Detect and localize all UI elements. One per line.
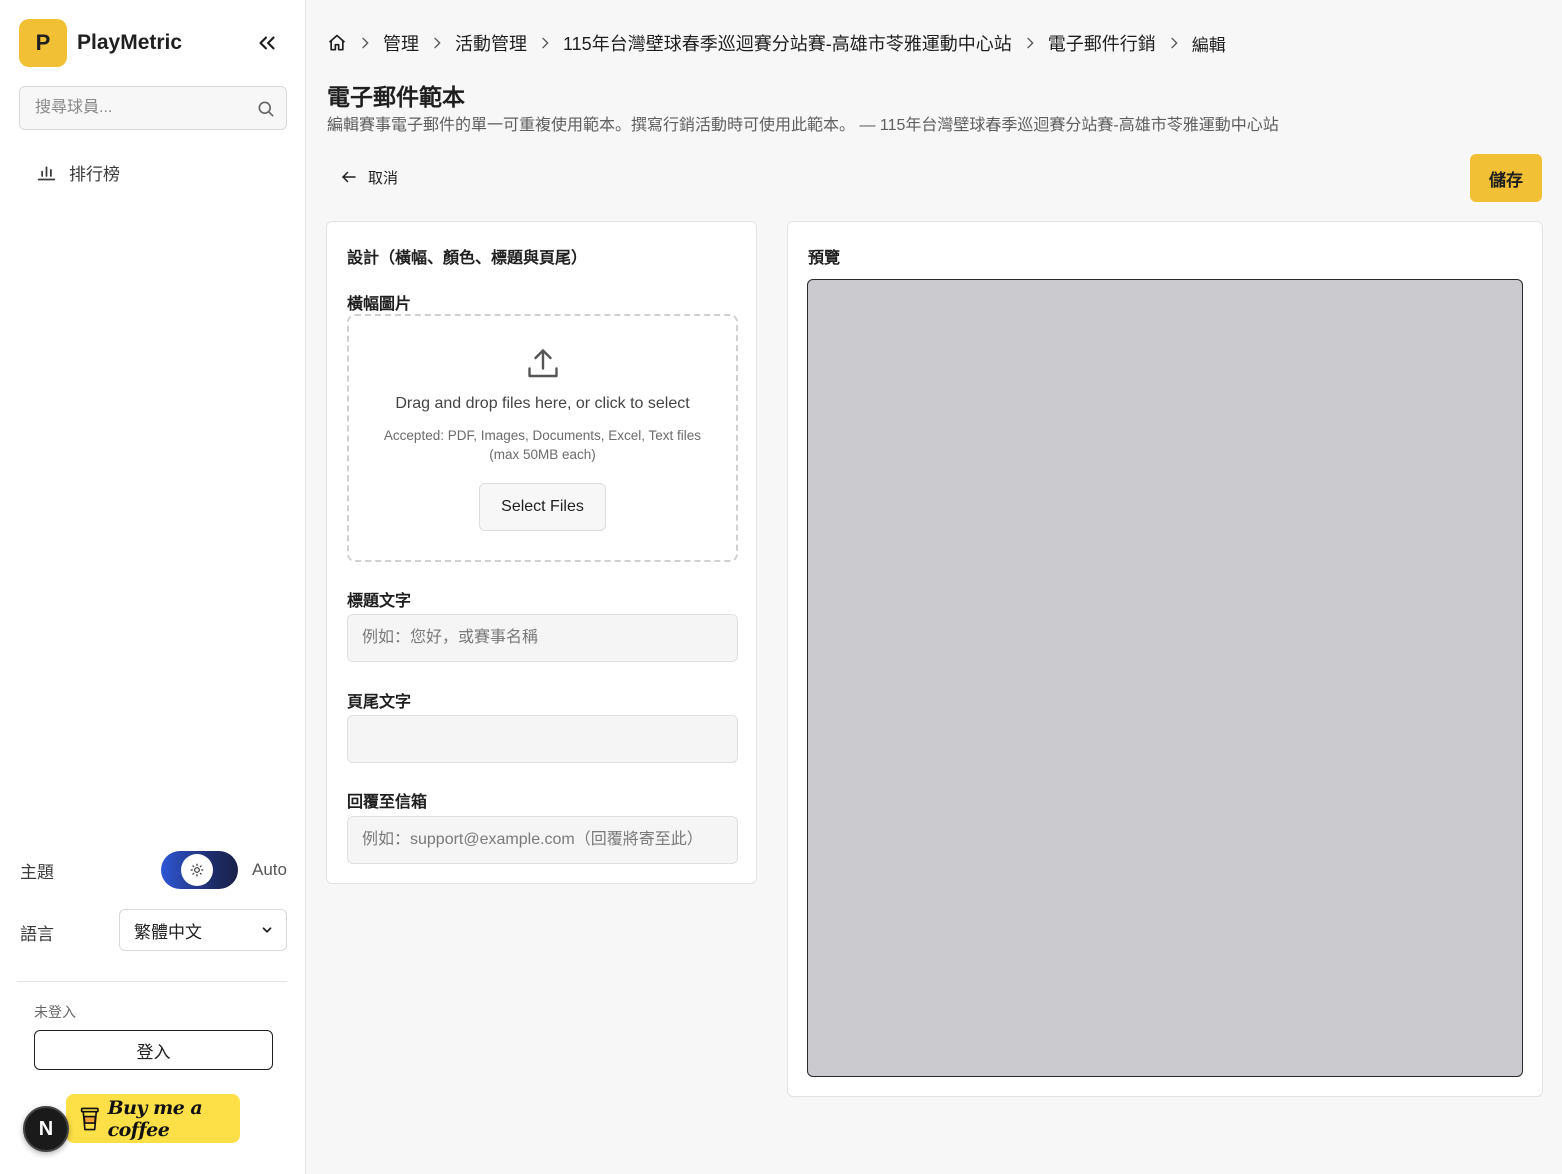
- preview-card: 預覽: [787, 221, 1543, 1097]
- chevron-right-icon: [357, 35, 373, 51]
- chevron-right-icon: [537, 35, 553, 51]
- select-files-button[interactable]: Select Files: [479, 483, 606, 531]
- language-select[interactable]: 繁體中文: [119, 909, 287, 951]
- breadcrumb-email-marketing[interactable]: 電子郵件行銷: [1048, 30, 1156, 56]
- login-status: 未登入: [34, 1004, 76, 1020]
- brand-logo: P: [19, 19, 67, 67]
- upload-icon: [528, 349, 558, 378]
- home-icon[interactable]: [327, 33, 347, 53]
- page-description: 編輯賽事電子郵件的單一可重複使用範本。撰寫行銷活動時可使用此範本。 — 115年…: [327, 117, 1279, 134]
- breadcrumb-admin[interactable]: 管理: [383, 30, 419, 56]
- page-title: 電子郵件範本: [327, 84, 465, 110]
- chevron-down-icon: [262, 927, 272, 933]
- heading-text-label: 標題文字: [347, 593, 412, 610]
- breadcrumb-event-name[interactable]: 115年台灣壁球春季巡迴賽分站賽-高雄市苓雅運動中心站: [563, 30, 1012, 56]
- breadcrumb-current: 編輯: [1191, 35, 1226, 55]
- chevron-right-icon: [1022, 35, 1038, 51]
- banner-image-label: 橫幅圖片: [347, 296, 412, 313]
- bar-chart-icon: [37, 166, 56, 181]
- login-button[interactable]: 登入: [34, 1030, 273, 1070]
- app-root: P PlayMetric 排行榜 主: [0, 0, 1562, 1174]
- dropzone-subtitle: Accepted: PDF, Images, Documents, Excel,…: [383, 428, 702, 462]
- cancel-button[interactable]: 取消: [340, 165, 398, 189]
- sun-icon: [181, 854, 213, 886]
- coffee-label: Buy me a coffee: [107, 1096, 203, 1141]
- sidebar: P PlayMetric 排行榜 主: [0, 0, 306, 1174]
- sidebar-item-label: 排行榜: [69, 165, 120, 184]
- reply-to-label: 回覆至信箱: [347, 794, 428, 811]
- reply-to-input[interactable]: [347, 816, 738, 864]
- design-card-title: 設計（橫幅、顏色、標題與頁尾）: [347, 250, 588, 267]
- banner-dropzone[interactable]: Drag and drop files here, or click to se…: [347, 314, 738, 562]
- design-card: 設計（橫幅、顏色、標題與頁尾） 橫幅圖片 Drag and drop files…: [326, 221, 757, 884]
- search-icon[interactable]: [256, 99, 276, 119]
- language-value: 繁體中文: [134, 922, 202, 942]
- language-row: 語言 繁體中文: [20, 909, 287, 951]
- brand[interactable]: P PlayMetric: [19, 19, 182, 67]
- theme-label: 主題: [20, 862, 54, 882]
- breadcrumb: 管理 活動管理 115年台灣壁球春季巡迴賽分站賽-高雄市苓雅運動中心站 電子郵件…: [327, 30, 1226, 56]
- heading-text-input[interactable]: [347, 614, 738, 662]
- player-search-input[interactable]: [20, 87, 286, 129]
- main-content: 管理 活動管理 115年台灣壁球春季巡迴賽分站賽-高雄市苓雅運動中心站 電子郵件…: [306, 0, 1562, 1174]
- theme-mode-label: Auto: [252, 860, 287, 879]
- footer-text-input[interactable]: [347, 715, 738, 763]
- sidebar-divider: [17, 981, 287, 982]
- preview-card-title: 預覽: [808, 250, 841, 267]
- chevrons-left-icon: [259, 36, 275, 50]
- chevron-right-icon: [429, 35, 445, 51]
- sidebar-item-leaderboard[interactable]: 排行榜: [36, 160, 120, 185]
- collapse-sidebar-button[interactable]: [254, 30, 280, 56]
- chevron-right-icon: [1166, 35, 1182, 51]
- save-button[interactable]: 儲存: [1470, 154, 1542, 202]
- theme-row: 主題 Auto: [20, 850, 287, 890]
- buy-me-a-coffee-button[interactable]: Buy me a coffee: [66, 1094, 240, 1143]
- coffee-cup-icon: [80, 1107, 99, 1130]
- theme-toggle[interactable]: [161, 851, 238, 889]
- player-search: [19, 86, 287, 130]
- cancel-label: 取消: [368, 169, 399, 187]
- language-label: 語言: [20, 925, 54, 944]
- brand-name: PlayMetric: [77, 31, 183, 54]
- arrow-left-icon: [342, 171, 356, 183]
- breadcrumb-events[interactable]: 活動管理: [455, 30, 527, 56]
- dropzone-title: Drag and drop files here, or click to se…: [395, 395, 690, 412]
- nextjs-badge[interactable]: N: [23, 1106, 69, 1152]
- footer-text-label: 頁尾文字: [347, 694, 412, 711]
- email-preview-frame: [807, 279, 1523, 1077]
